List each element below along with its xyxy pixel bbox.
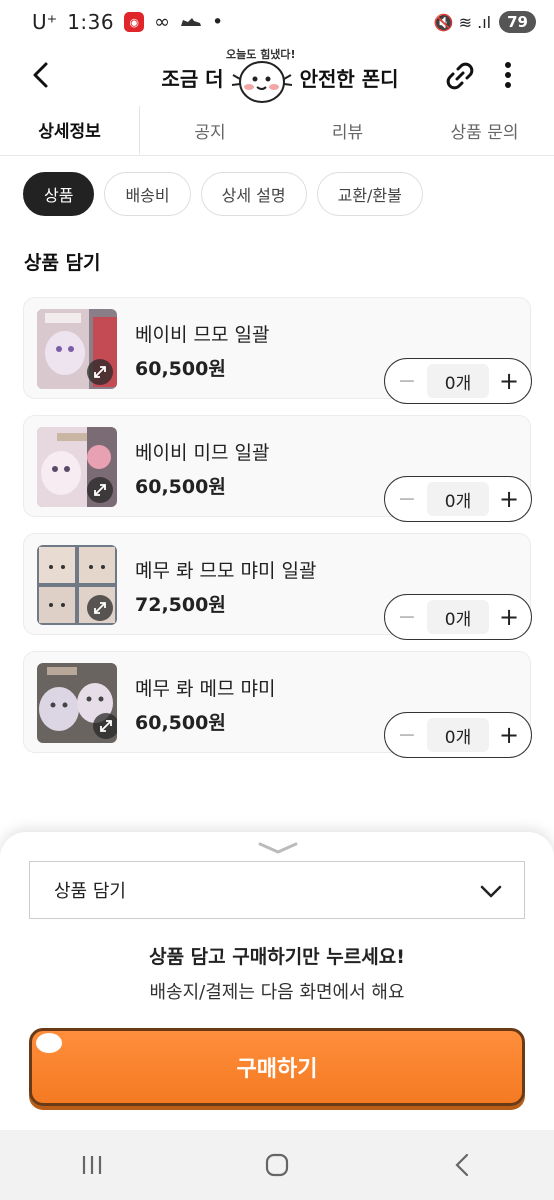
quantity-stepper: − 0개 + <box>384 594 532 640</box>
product-name: 몌무 롸 므모 먀미 일괄 <box>135 560 317 582</box>
expand-icon <box>94 484 106 496</box>
product-card: 베이비 므모 일괄 60,500원 − 0개 + <box>23 297 532 404</box>
recent-apps-icon <box>83 1156 102 1174</box>
battery-indicator: 79 <box>499 11 536 33</box>
title-right: 안전한 폰디 <box>299 66 399 91</box>
back-chevron-icon <box>455 1153 468 1177</box>
purchase-notice: 상품 담고 구매하기만 누르세요! <box>149 946 405 968</box>
detail-tabs: 상세정보 공지 리뷰 상품 문의 <box>0 106 554 156</box>
buy-button-label: 구매하기 <box>236 1057 318 1082</box>
product-thumbnail[interactable] <box>37 545 117 625</box>
product-name: 베이비 므모 일괄 <box>135 324 270 346</box>
chip-shipping[interactable]: 배송비 <box>104 172 191 216</box>
system-back-button[interactable] <box>442 1145 482 1185</box>
mascot-caption: 오늘도 힘냈다! <box>226 48 296 61</box>
chip-products[interactable]: 상품 <box>23 172 95 216</box>
product-price: 60,500원 <box>135 358 226 380</box>
product-price: 60,500원 <box>135 712 226 734</box>
product-select-dropdown[interactable]: 상품 담기 <box>29 861 525 919</box>
expand-image-button[interactable] <box>93 713 117 739</box>
product-card: 몌무 롸 메므 먀미 60,500원 − 0개 + <box>23 651 532 758</box>
store-title: 조금 더 안전한 폰디 오늘도 힘냈다! <box>150 48 410 104</box>
quantity-stepper: − 0개 + <box>384 712 532 758</box>
quantity-stepper: − 0개 + <box>384 476 532 522</box>
status-left: U⁺ 1:36 ◉ ∞ • <box>32 10 223 34</box>
product-card: 베이비 미므 일괄 60,500원 − 0개 + <box>23 415 532 522</box>
chip-exchange-refund[interactable]: 교환/환불 <box>316 172 423 216</box>
decrease-quantity-button[interactable]: − <box>395 487 419 512</box>
product-name: 베이비 미므 일괄 <box>135 442 270 464</box>
tab-inquiries[interactable]: 상품 문의 <box>415 106 554 155</box>
button-highlight <box>36 1033 62 1053</box>
sneaker-notification-icon <box>180 15 202 29</box>
sheet-collapse-handle[interactable] <box>258 840 298 856</box>
app-notification-icon: ◉ <box>124 12 145 32</box>
quantity-value[interactable]: 0개 <box>427 600 489 634</box>
home-icon <box>265 1153 289 1177</box>
expand-image-button[interactable] <box>87 477 113 503</box>
decrease-quantity-button[interactable]: − <box>395 369 419 394</box>
increase-quantity-button[interactable]: + <box>497 603 521 631</box>
quantity-value[interactable]: 0개 <box>427 718 489 752</box>
quantity-stepper: − 0개 + <box>384 358 532 404</box>
status-time: 1:36 <box>67 10 115 34</box>
quantity-value[interactable]: 0개 <box>427 482 489 516</box>
chevron-down-icon <box>258 842 298 854</box>
section-title: 상품 담기 <box>24 252 101 274</box>
buy-button[interactable]: 구매하기 <box>29 1028 525 1106</box>
chip-description[interactable]: 상세 설명 <box>200 172 307 216</box>
decrease-quantity-button[interactable]: − <box>395 605 419 630</box>
section-chips: 상품 배송비 상세 설명 교환/환불 <box>23 172 423 216</box>
product-thumbnail[interactable] <box>37 427 117 507</box>
product-price: 72,500원 <box>135 594 226 616</box>
status-bar: U⁺ 1:36 ◉ ∞ • 🔇 ≋ .ıl 79 <box>0 0 554 44</box>
chevron-down-icon <box>480 885 502 898</box>
expand-icon <box>100 720 112 732</box>
decrease-quantity-button[interactable]: − <box>395 723 419 748</box>
expand-image-button[interactable] <box>87 595 113 621</box>
tab-notice[interactable]: 공지 <box>140 106 280 155</box>
product-card: 몌무 롸 므모 먀미 일괄 72,500원 − 0개 + <box>23 533 532 640</box>
purchase-bottom-sheet: 상품 담기 상품 담고 구매하기만 누르세요! 배송지/결제는 다음 화면에서 … <box>0 832 554 1132</box>
more-notifications-dot: • <box>211 11 224 33</box>
more-options-button[interactable] <box>496 58 520 92</box>
quantity-value[interactable]: 0개 <box>427 364 489 398</box>
home-button[interactable] <box>257 1145 297 1185</box>
tab-details[interactable]: 상세정보 <box>0 106 140 155</box>
back-button[interactable] <box>26 58 58 92</box>
title-left: 조금 더 <box>161 66 224 91</box>
link-notification-icon: ∞ <box>154 11 170 33</box>
link-icon <box>446 62 474 90</box>
top-header: 조금 더 안전한 폰디 오늘도 힘냈다! <box>0 44 554 106</box>
mute-wifi-signal-icons: 🔇 ≋ .ıl <box>433 12 492 32</box>
tab-reviews[interactable]: 리뷰 <box>280 106 415 155</box>
vertical-dots-icon <box>505 62 511 88</box>
product-name: 몌무 롸 메므 먀미 <box>135 678 276 700</box>
carrier-label: U⁺ <box>32 10 58 34</box>
product-thumbnail[interactable] <box>37 309 117 389</box>
purchase-subnotice: 배송지/결제는 다음 화면에서 해요 <box>149 982 405 1003</box>
product-thumbnail[interactable] <box>37 663 117 743</box>
status-right: 🔇 ≋ .ıl 79 <box>434 11 536 33</box>
expand-icon <box>94 602 106 614</box>
increase-quantity-button[interactable]: + <box>497 485 521 513</box>
share-link-button[interactable] <box>444 60 476 92</box>
back-arrow-icon <box>33 62 48 88</box>
product-price: 60,500원 <box>135 476 226 498</box>
expand-icon <box>94 366 106 378</box>
recent-apps-button[interactable] <box>72 1145 112 1185</box>
expand-image-button[interactable] <box>87 359 113 385</box>
select-label: 상품 담기 <box>54 881 126 902</box>
increase-quantity-button[interactable]: + <box>497 367 521 395</box>
increase-quantity-button[interactable]: + <box>497 721 521 749</box>
system-navigation-bar <box>0 1130 554 1200</box>
